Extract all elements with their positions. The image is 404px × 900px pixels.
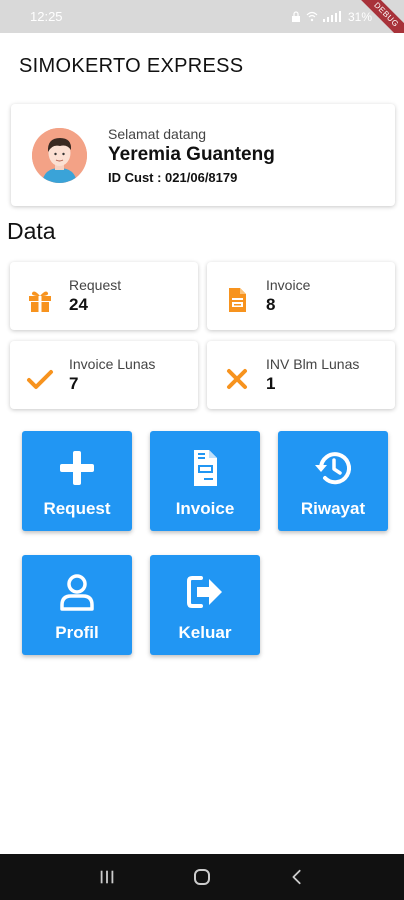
stat-value: 8	[266, 295, 276, 314]
customer-id: ID Cust : 021/06/8179	[108, 169, 238, 185]
signal-icon	[322, 11, 341, 22]
profile-text: Selamat datang Yeremia Guanteng ID Cust …	[108, 126, 275, 185]
stat-label: Invoice	[266, 277, 311, 293]
plus-icon	[60, 451, 94, 485]
stat-card-request: Request 24	[10, 262, 198, 330]
section-title: Data	[7, 218, 56, 244]
invoice-icon	[229, 288, 246, 312]
profil-button[interactable]: Profil	[22, 555, 132, 655]
back-icon	[292, 869, 301, 885]
history-icon	[315, 452, 351, 485]
app-bar: SIMOKERTO EXPRESS	[0, 33, 404, 99]
request-button-label: Request	[43, 499, 111, 518]
app-title: SIMOKERTO EXPRESS	[19, 54, 244, 77]
stat-label: Invoice Lunas	[69, 356, 156, 372]
home-icon	[193, 869, 210, 885]
status-icons: 31%	[291, 10, 372, 24]
stat-card-invoice-lunas: Invoice Lunas 7	[10, 341, 198, 409]
invoice-icon	[194, 450, 217, 486]
greeting-text: Selamat datang	[108, 125, 207, 142]
user-icon	[60, 574, 94, 611]
stat-value: 7	[69, 374, 79, 393]
home-button[interactable]	[192, 867, 212, 887]
battery-percent: 31%	[347, 9, 372, 24]
riwayat-button[interactable]: Riwayat	[278, 431, 388, 531]
status-time: 12:25	[30, 9, 63, 24]
user-avatar-icon	[32, 127, 87, 183]
back-button[interactable]	[287, 867, 307, 887]
wifi-icon	[306, 11, 318, 22]
system-nav-bar	[0, 854, 404, 900]
invoice-button[interactable]: Invoice	[150, 431, 260, 531]
keluar-button-label: Keluar	[178, 623, 232, 642]
keluar-button[interactable]: Keluar	[150, 555, 260, 655]
profil-button-label: Profil	[55, 623, 99, 642]
stat-value: 1	[266, 374, 276, 393]
recent-apps-icon	[101, 870, 114, 884]
avatar	[32, 127, 87, 183]
gift-icon	[29, 291, 51, 312]
recent-apps-button[interactable]	[97, 867, 117, 887]
user-name: Yeremia Guanteng	[108, 143, 275, 165]
invoice-button-label: Invoice	[175, 499, 235, 518]
request-button[interactable]: Request	[22, 431, 132, 531]
profile-card: Selamat datang Yeremia Guanteng ID Cust …	[11, 104, 395, 206]
check-icon	[27, 370, 53, 389]
stat-card-invoice: Invoice 8	[207, 262, 395, 330]
stat-label: INV Blm Lunas	[266, 356, 360, 372]
lock-icon	[291, 11, 300, 22]
stat-label: Request	[69, 277, 122, 293]
close-icon	[227, 369, 247, 389]
riwayat-button-label: Riwayat	[300, 499, 366, 518]
status-bar: 12:25 31% DEBUG	[0, 0, 404, 49]
stat-value: 24	[69, 295, 88, 314]
logout-icon	[187, 576, 222, 608]
stat-card-inv-blm-lunas: INV Blm Lunas 1	[207, 341, 395, 409]
